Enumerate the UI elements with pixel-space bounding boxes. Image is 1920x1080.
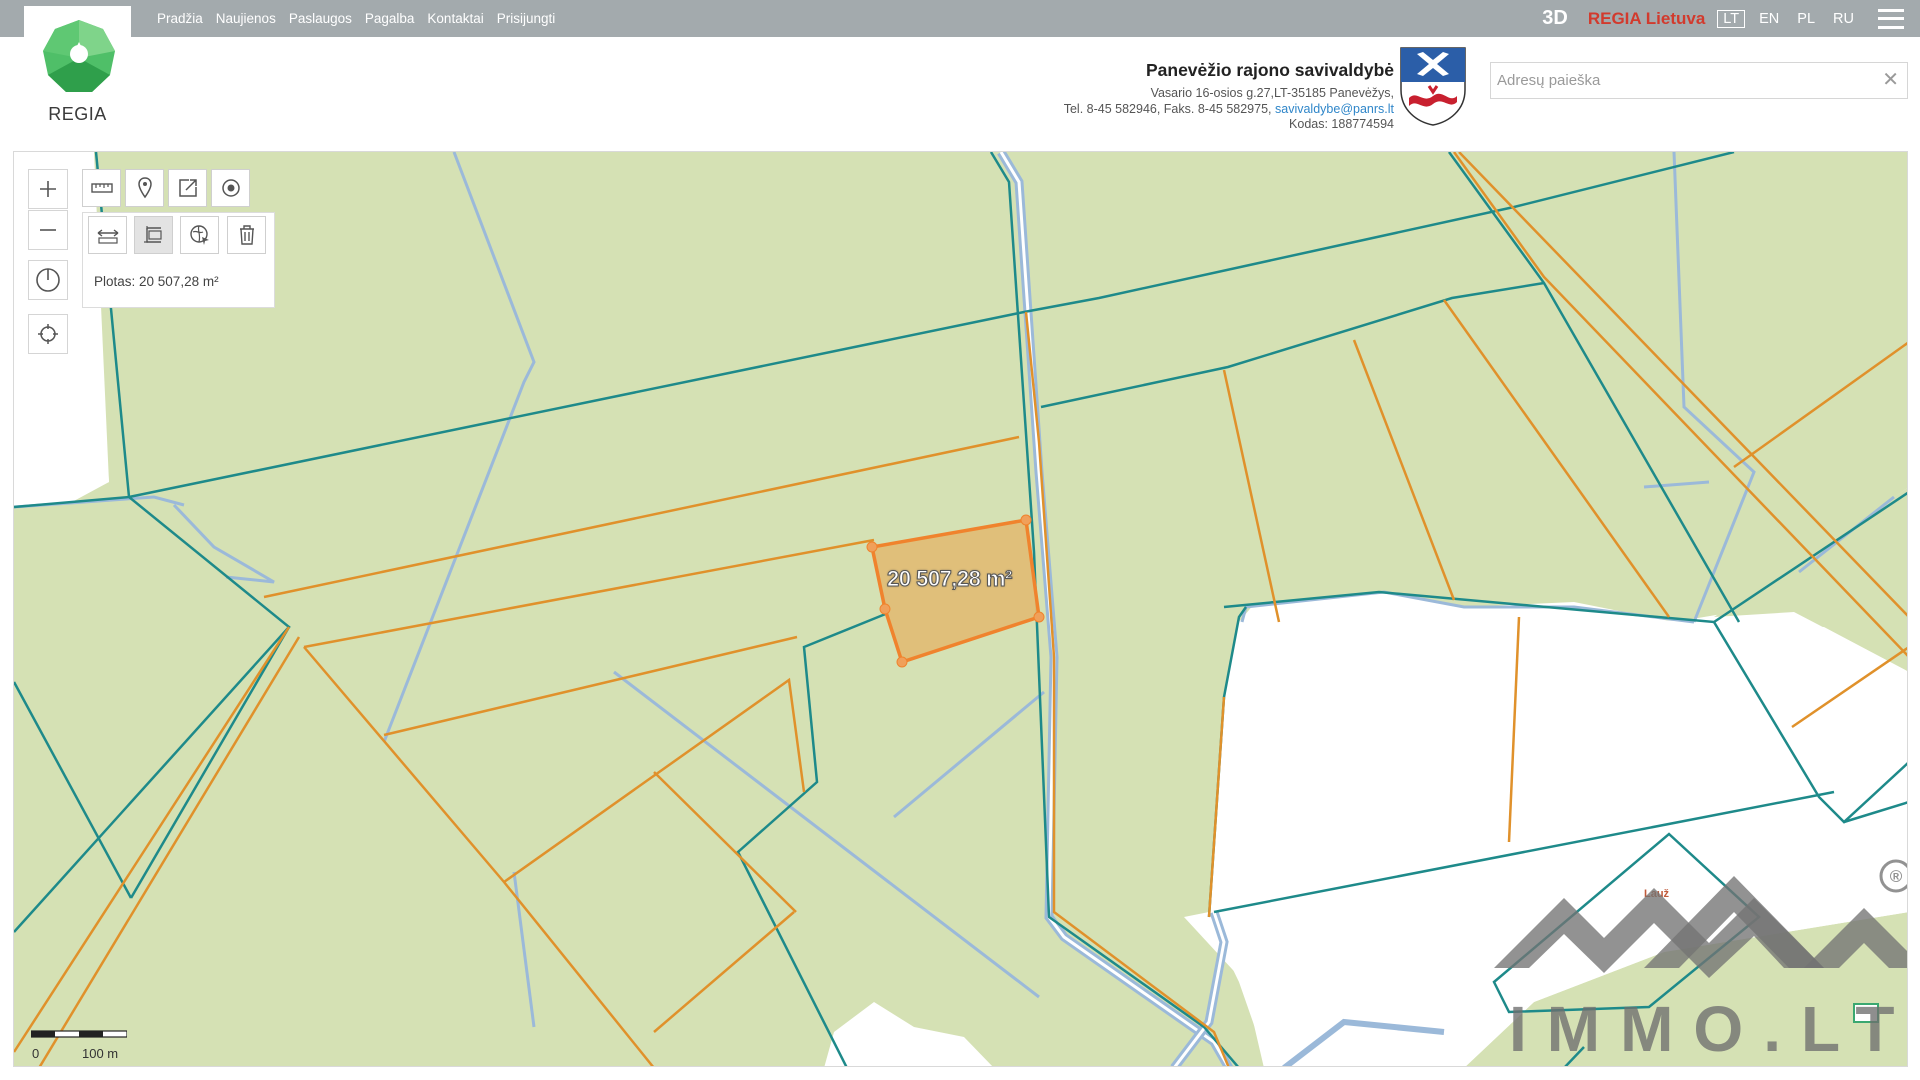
nav-item-kontaktai[interactable]: Kontaktai xyxy=(427,11,483,26)
lang-lt[interactable]: LT xyxy=(1717,9,1746,28)
lang-ru[interactable]: RU xyxy=(1833,11,1854,27)
vertex-handle xyxy=(879,603,891,615)
compass-icon xyxy=(36,268,60,292)
coat-of-arms-icon xyxy=(1400,47,1466,126)
nav-item-naujienos[interactable]: Naujienos xyxy=(216,11,276,26)
nav-item-pradzia[interactable]: Pradžia xyxy=(157,11,203,26)
crosshair-icon xyxy=(38,324,58,344)
area-result-text: Plotas: 20 507,28 m² xyxy=(94,274,219,289)
locate-button[interactable] xyxy=(28,314,68,354)
zoom-out-button[interactable] xyxy=(28,210,68,250)
plus-icon xyxy=(40,181,56,197)
marker-tool-button[interactable] xyxy=(125,169,164,207)
ruler-icon xyxy=(90,183,113,193)
compass-button[interactable] xyxy=(28,260,68,300)
minus-icon xyxy=(40,229,56,231)
ruler-tool-button[interactable] xyxy=(82,169,121,207)
vertex-handle xyxy=(1020,514,1032,526)
top-right-controls: 3D REGIA Lietuva LT EN PL RU xyxy=(1542,0,1920,37)
menu-icon[interactable] xyxy=(1878,8,1904,29)
measure-distance-button[interactable] xyxy=(88,216,127,254)
marker-icon xyxy=(137,177,152,199)
measure-area-button[interactable] xyxy=(134,216,173,254)
watermark-registered: ® xyxy=(1890,867,1903,886)
map-cursor-button[interactable] xyxy=(180,216,219,254)
measure-distance-icon xyxy=(97,229,118,244)
measured-area-label: 20 507,28 m² xyxy=(887,566,1013,592)
nav-item-prisijungti[interactable]: Prisijungti xyxy=(497,11,556,26)
target-tool-button[interactable] xyxy=(211,169,250,207)
vertex-handle xyxy=(866,541,878,553)
clear-measure-button[interactable] xyxy=(227,216,266,254)
municipality-info: Panevėžio rajono savivaldybė Vasario 16-… xyxy=(1064,60,1394,133)
main-nav: Pradžia Naujienos Paslaugos Pagalba Kont… xyxy=(157,0,555,37)
scale-label-zero: 0 xyxy=(32,1046,40,1061)
municipality-phone: Tel. 8-45 582946, Faks. 8-45 582975, xyxy=(1063,101,1272,116)
map-canvas[interactable]: Plotas: 20 507,28 m² 20 507,28 m² Lauž 0… xyxy=(13,151,1908,1067)
scale-label-distance: 100 m xyxy=(82,1046,119,1061)
vertex-handle xyxy=(896,656,908,668)
trash-icon xyxy=(239,225,254,245)
map-cursor-icon xyxy=(189,225,209,245)
municipality-code: Kodas: 188774594 xyxy=(1289,117,1394,131)
nav-item-paslaugos[interactable]: Paslaugos xyxy=(289,11,352,26)
address-search: ✕ xyxy=(1490,62,1908,99)
vertex-handle xyxy=(1033,611,1045,623)
municipality-address: Vasario 16-osios g.27,LT-35185 Panevėžys… xyxy=(1150,86,1394,100)
regia-logo-icon[interactable] xyxy=(40,20,118,96)
lang-en[interactable]: EN xyxy=(1759,11,1779,27)
lang-pl[interactable]: PL xyxy=(1797,11,1815,27)
close-icon[interactable]: ✕ xyxy=(1882,70,1899,90)
measure-area-icon xyxy=(143,226,162,243)
export-icon xyxy=(178,179,197,197)
watermark-text: IMMO.LT xyxy=(1509,993,1908,1065)
3d-button[interactable]: 3D xyxy=(1542,7,1568,30)
logo-text: REGIA xyxy=(48,104,107,124)
target-icon xyxy=(221,179,240,197)
regia-lietuva-link[interactable]: REGIA Lietuva xyxy=(1588,9,1705,29)
export-tool-button[interactable] xyxy=(168,169,207,207)
municipality-email[interactable]: savivaldybe@panrs.lt xyxy=(1275,102,1394,116)
scale-bar xyxy=(31,1030,127,1038)
address-search-input[interactable] xyxy=(1491,63,1861,98)
zoom-in-button[interactable] xyxy=(28,169,68,209)
municipality-name: Panevėžio rajono savivaldybė xyxy=(1145,60,1394,80)
top-nav-bar: Pradžia Naujienos Paslaugos Pagalba Kont… xyxy=(0,0,1920,43)
nav-item-pagalba[interactable]: Pagalba xyxy=(365,11,415,26)
immo-watermark-logo: ® xyxy=(1494,859,1907,978)
